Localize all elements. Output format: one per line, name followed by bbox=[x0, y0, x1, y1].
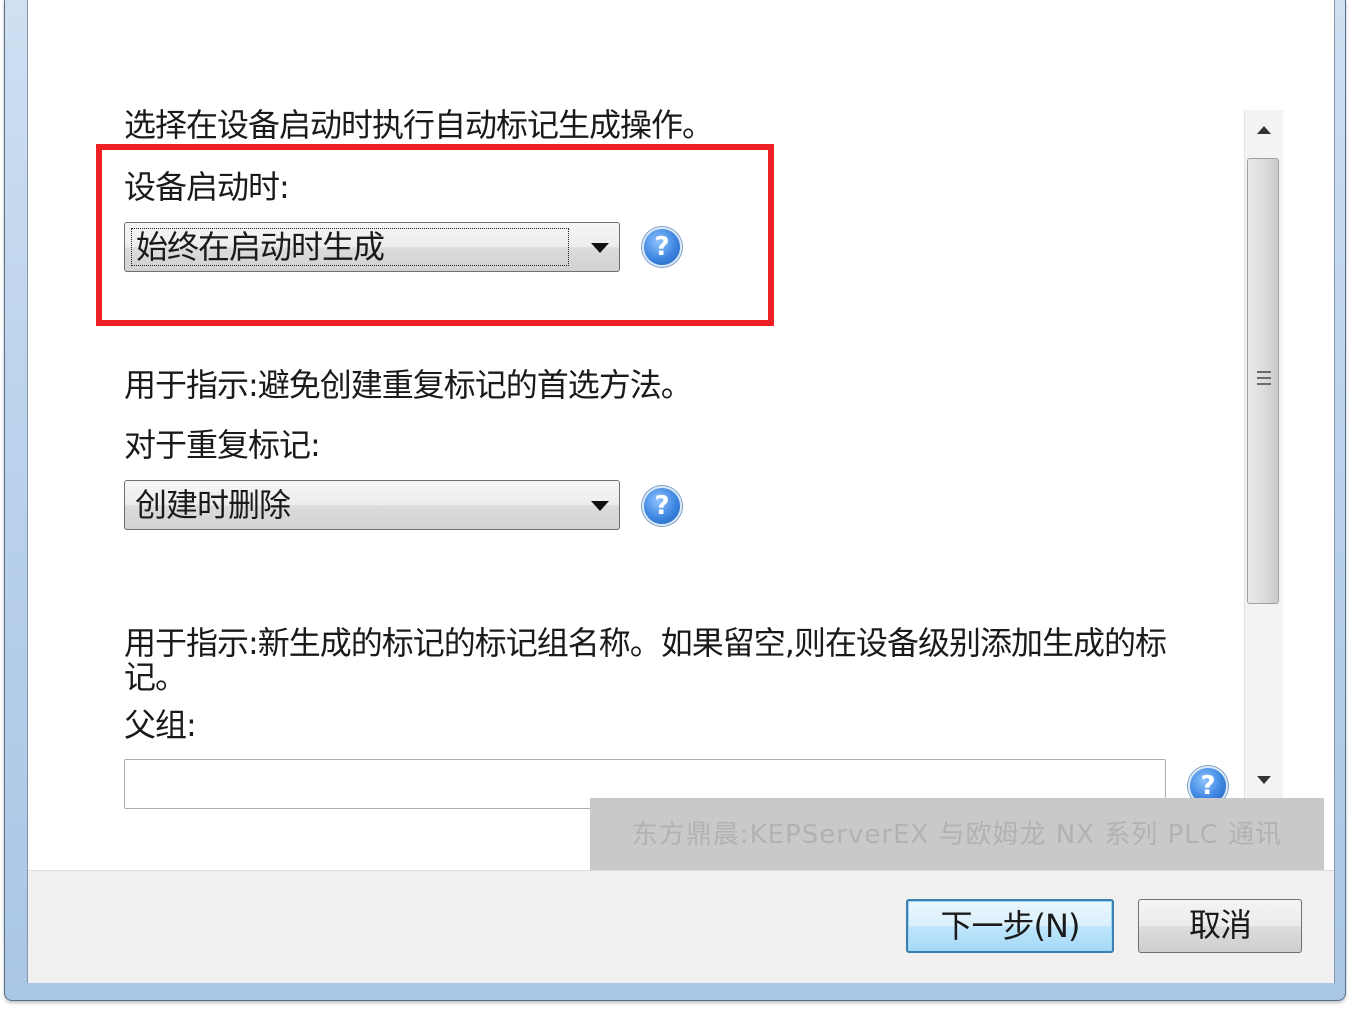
duplicate-combo[interactable]: 创建时删除 bbox=[124, 480, 620, 530]
button-bar: 下一步(N) 取消 bbox=[28, 870, 1334, 983]
startup-description: 选择在设备启动时执行自动标记生成操作。 bbox=[124, 106, 714, 144]
parent-group-description: 用于指示:新生成的标记的标记组名称。如果留空,则在设备级别添加生成的标记。 bbox=[124, 624, 1167, 696]
parent-group-label: 父组: bbox=[124, 706, 197, 744]
dialog-client-area: 选择在设备启动时执行自动标记生成操作。 设备启动时: 始终在启动时生成 ? 用于… bbox=[27, 0, 1335, 983]
next-button[interactable]: 下一步(N) bbox=[906, 899, 1114, 953]
scroll-up-button[interactable] bbox=[1245, 110, 1283, 150]
arrow-down-icon bbox=[1257, 776, 1271, 784]
vertical-scrollbar[interactable] bbox=[1244, 110, 1283, 800]
red-highlight-box bbox=[96, 144, 774, 326]
watermark: 东方鼎晨:KEPServerEX 与欧姆龙 NX 系列 PLC 通讯 bbox=[590, 798, 1324, 870]
arrow-up-icon bbox=[1257, 126, 1271, 134]
dropdown-arrow-icon bbox=[591, 501, 609, 511]
help-icon[interactable]: ? bbox=[642, 486, 682, 526]
scroll-down-button[interactable] bbox=[1245, 760, 1283, 800]
wizard-content: 选择在设备启动时执行自动标记生成操作。 设备启动时: 始终在启动时生成 ? 用于… bbox=[28, 0, 1334, 870]
grip-icon bbox=[1257, 371, 1271, 389]
dialog-window: 选择在设备启动时执行自动标记生成操作。 设备启动时: 始终在启动时生成 ? 用于… bbox=[4, 0, 1346, 1001]
cancel-button[interactable]: 取消 bbox=[1138, 899, 1302, 953]
duplicate-combo-value: 创建时删除 bbox=[135, 486, 291, 524]
duplicate-label: 对于重复标记: bbox=[124, 426, 321, 464]
scroll-thumb[interactable] bbox=[1247, 158, 1279, 604]
duplicate-description: 用于指示:避免创建重复标记的首选方法。 bbox=[124, 366, 693, 404]
